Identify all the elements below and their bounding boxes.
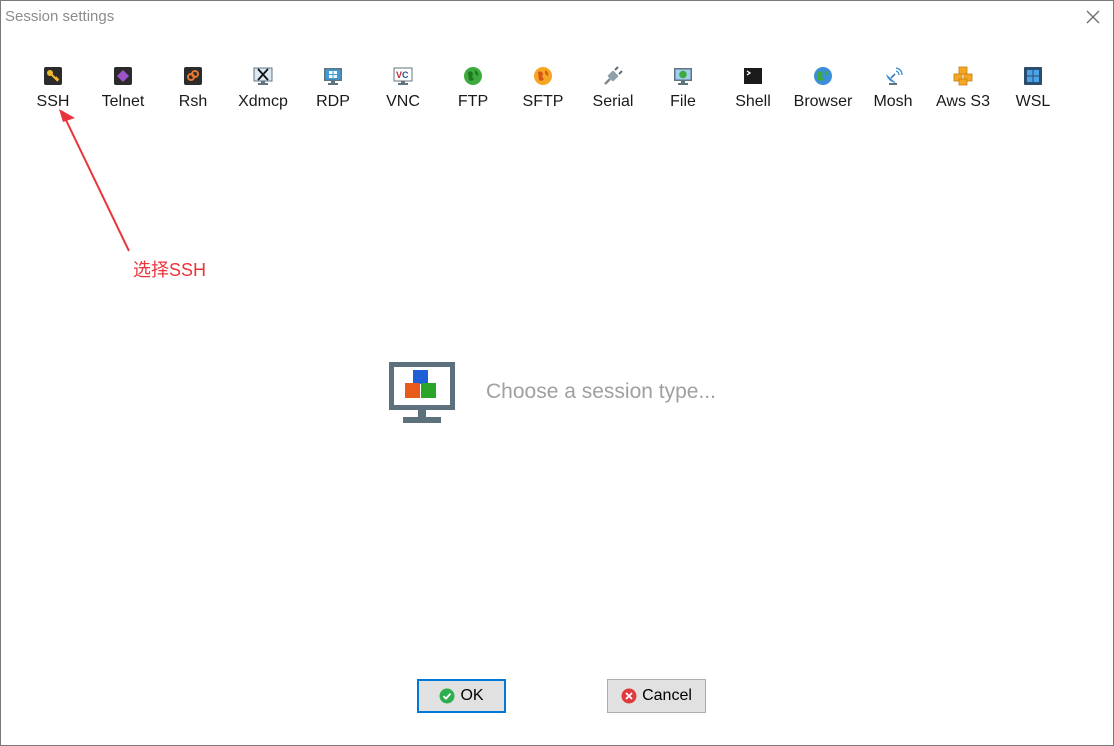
session-type-file[interactable]: File	[648, 59, 718, 119]
session-type-label: File	[670, 93, 696, 110]
rdp-monitor-icon	[324, 68, 342, 85]
session-type-sftp[interactable]: SFTP	[508, 59, 578, 119]
session-type-label: FTP	[457, 93, 489, 110]
session-type-label: Mosh	[873, 93, 913, 110]
session-type-label: RDP	[316, 93, 350, 110]
cancel-button[interactable]: Cancel	[607, 679, 706, 713]
session-type-mosh[interactable]: Mosh	[858, 59, 928, 119]
cancel-button-label: Cancel	[642, 687, 692, 704]
serial-plug-icon	[604, 66, 623, 85]
session-type-label: SFTP	[522, 93, 564, 110]
mosh-satellite-icon	[886, 67, 903, 85]
session-monitor-cubes-icon	[389, 362, 455, 423]
annotation-label: 选择SSH	[133, 260, 207, 280]
session-type-vnc[interactable]: V C VNC	[368, 59, 438, 119]
session-type-wsl[interactable]: WSL	[998, 59, 1068, 119]
session-type-rdp[interactable]: RDP	[298, 59, 368, 119]
session-type-label: Aws S3	[936, 93, 990, 110]
sftp-globe-icon	[534, 67, 552, 85]
vnc-icon: V C	[393, 67, 413, 85]
ftp-globe-icon	[464, 67, 482, 85]
session-type-ftp[interactable]: FTP	[438, 59, 508, 119]
shell-terminal-icon	[744, 68, 762, 84]
file-monitor-icon	[674, 68, 692, 85]
ok-button[interactable]: OK	[417, 679, 506, 713]
cancel-x-icon	[621, 688, 637, 704]
session-type-browser[interactable]: Browser	[788, 59, 858, 119]
session-type-label: WSL	[1015, 93, 1051, 110]
aws-s3-cubes-icon	[953, 66, 973, 86]
session-type-shell[interactable]: Shell	[718, 59, 788, 119]
session-type-prompt: Choose a session type...	[486, 380, 716, 403]
session-type-label: VNC	[386, 93, 420, 110]
session-type-label: Browser	[793, 93, 853, 110]
session-type-label: Shell	[735, 93, 771, 110]
session-settings-dialog: Session settings SSH Telnet Rsh Xdmcp RD…	[0, 0, 1114, 746]
ok-button-label: OK	[460, 687, 484, 704]
session-type-label: Serial	[592, 93, 634, 110]
wsl-windows-icon	[1024, 67, 1042, 85]
svg-text:C: C	[402, 70, 409, 80]
checkmark-icon	[439, 688, 455, 704]
session-type-serial[interactable]: Serial	[578, 59, 648, 119]
close-icon[interactable]	[1083, 7, 1103, 27]
session-type-aws-s3[interactable]: Aws S3	[928, 59, 998, 119]
browser-globe-icon	[814, 67, 832, 85]
